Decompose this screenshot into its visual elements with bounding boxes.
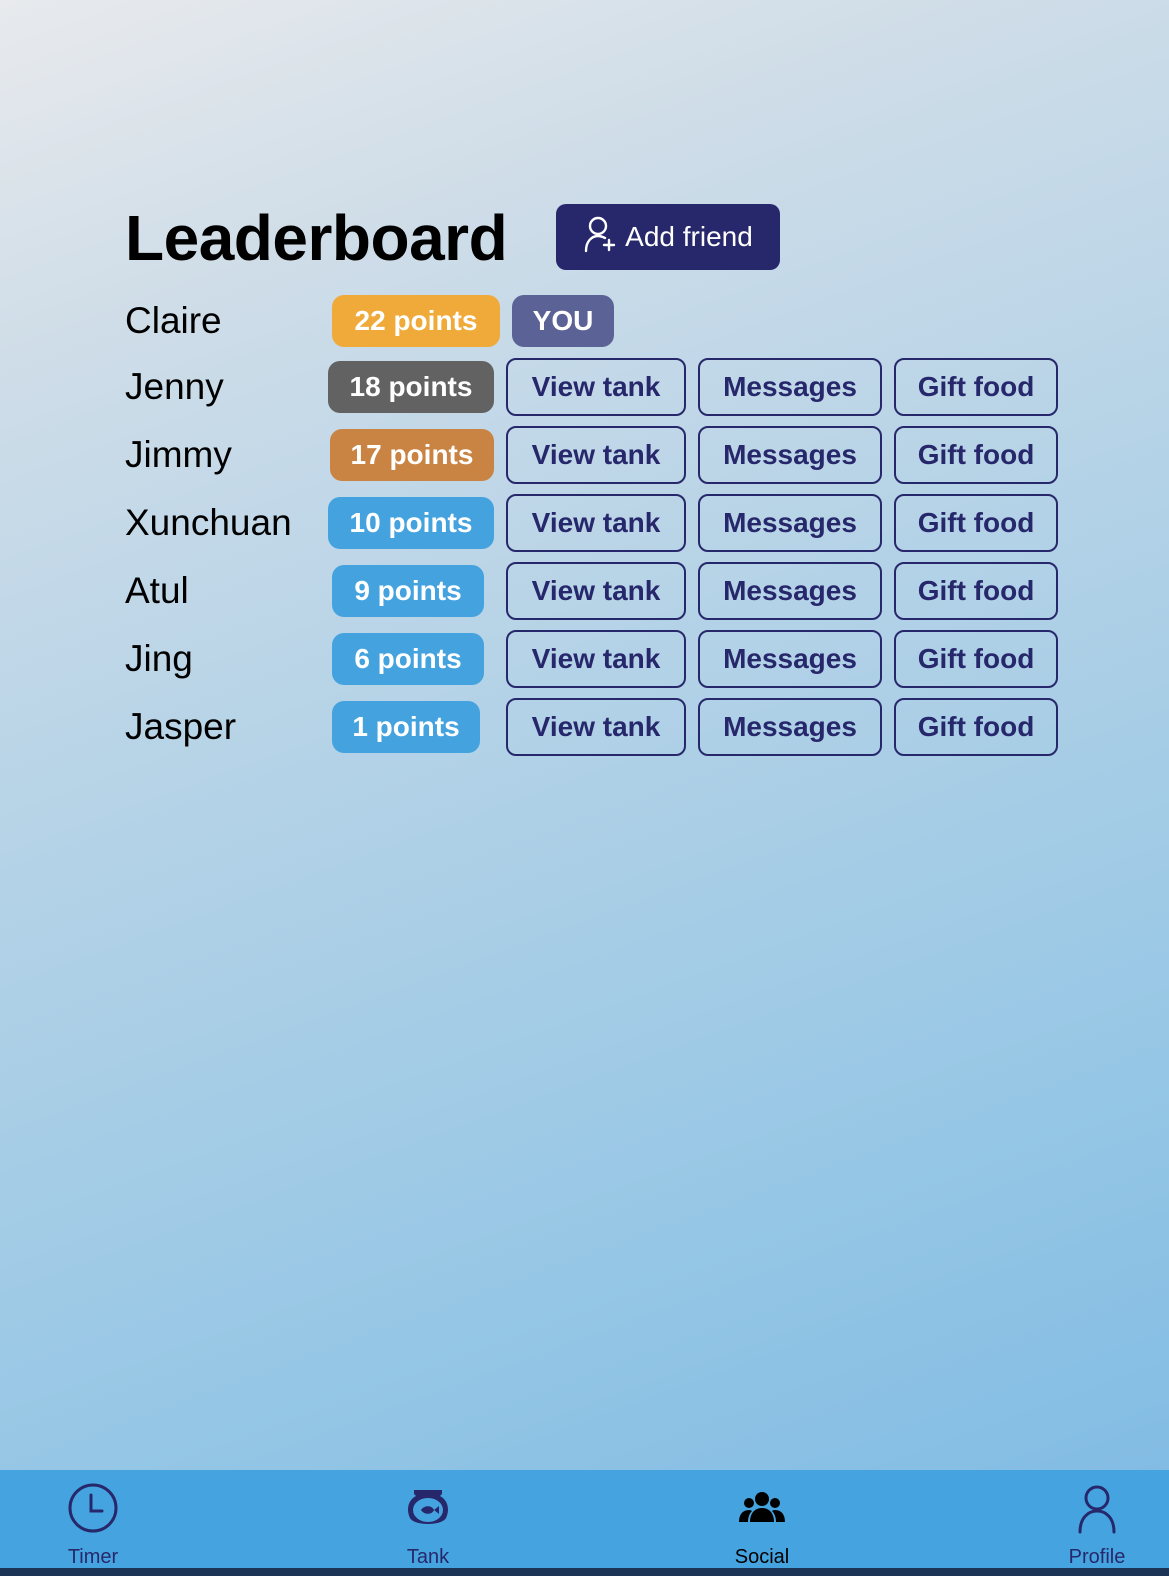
points-badge: 18 points <box>328 361 494 413</box>
player-name: Claire <box>125 300 222 341</box>
person-icon <box>1071 1482 1123 1534</box>
gift-food-button[interactable]: Gift food <box>894 698 1058 756</box>
messages-button[interactable]: Messages <box>698 426 882 484</box>
gift-food-button[interactable]: Gift food <box>894 562 1058 620</box>
player-name: Xunchuan <box>125 502 292 543</box>
leaderboard-row: Xunchuan 10 points View tank Messages Gi… <box>0 494 1169 552</box>
tab-label: Social <box>734 1546 790 1568</box>
view-tank-button[interactable]: View tank <box>506 358 686 416</box>
tab-bar: Timer Tank Social Profile <box>0 1470 1169 1568</box>
points-badge: 22 points <box>332 295 500 347</box>
add-friend-button[interactable]: Add friend <box>556 204 780 270</box>
leaderboard-row: Jasper 1 points View tank Messages Gift … <box>0 698 1169 756</box>
view-tank-button[interactable]: View tank <box>506 562 686 620</box>
gift-food-button[interactable]: Gift food <box>894 494 1058 552</box>
tab-tank[interactable]: Tank <box>363 1470 493 1568</box>
player-name: Jing <box>125 638 193 679</box>
view-tank-button[interactable]: View tank <box>506 426 686 484</box>
add-friend-label: Add friend <box>625 221 753 252</box>
home-indicator-strip <box>0 1568 1169 1576</box>
tab-label: Tank <box>406 1546 450 1568</box>
messages-button[interactable]: Messages <box>698 494 882 552</box>
player-name: Jasper <box>125 706 237 747</box>
player-name: Jenny <box>125 366 224 407</box>
player-name: Atul <box>125 570 189 611</box>
view-tank-button[interactable]: View tank <box>506 494 686 552</box>
messages-button[interactable]: Messages <box>698 698 882 756</box>
messages-button[interactable]: Messages <box>698 562 882 620</box>
clock-icon <box>67 1482 119 1534</box>
gift-food-button[interactable]: Gift food <box>894 358 1058 416</box>
tab-profile[interactable]: Profile <box>1032 1470 1162 1568</box>
points-badge: 9 points <box>332 565 484 617</box>
points-badge: 1 points <box>332 701 480 753</box>
add-person-icon <box>583 215 617 260</box>
gift-food-button[interactable]: Gift food <box>894 630 1058 688</box>
group-icon <box>736 1482 788 1534</box>
tab-label: Profile <box>1068 1546 1126 1568</box>
gift-food-button[interactable]: Gift food <box>894 426 1058 484</box>
you-badge: YOU <box>512 295 614 347</box>
tab-timer[interactable]: Timer <box>28 1470 158 1568</box>
leaderboard-row: Jenny 18 points View tank Messages Gift … <box>0 358 1169 416</box>
points-badge: 17 points <box>330 429 494 481</box>
tab-label: Timer <box>67 1546 119 1568</box>
messages-button[interactable]: Messages <box>698 630 882 688</box>
page-title: Leaderboard <box>125 202 508 274</box>
view-tank-button[interactable]: View tank <box>506 698 686 756</box>
leaderboard-row: Claire 22 points YOU <box>0 292 1169 350</box>
leaderboard-row: Atul 9 points View tank Messages Gift fo… <box>0 562 1169 620</box>
messages-button[interactable]: Messages <box>698 358 882 416</box>
leaderboard-row: Jing 6 points View tank Messages Gift fo… <box>0 630 1169 688</box>
tab-social[interactable]: Social <box>697 1470 827 1568</box>
leaderboard-row: Jimmy 17 points View tank Messages Gift … <box>0 426 1169 484</box>
points-badge: 10 points <box>328 497 494 549</box>
points-badge: 6 points <box>332 633 484 685</box>
view-tank-button[interactable]: View tank <box>506 630 686 688</box>
player-name: Jimmy <box>125 434 232 475</box>
fishbowl-icon <box>402 1482 454 1534</box>
